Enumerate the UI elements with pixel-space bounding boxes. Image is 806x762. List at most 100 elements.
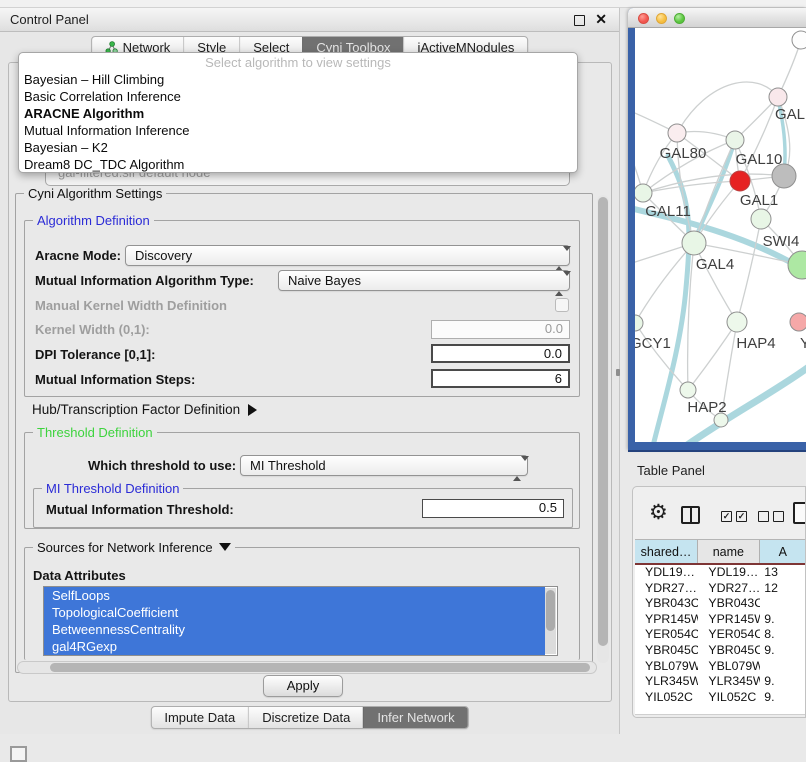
table-cell xyxy=(760,659,806,675)
bottom-tab-infer-network[interactable]: Infer Network xyxy=(363,707,467,728)
network-node[interactable] xyxy=(668,124,686,142)
network-node[interactable] xyxy=(751,209,771,229)
float-panel-icon[interactable] xyxy=(574,15,585,26)
table-row[interactable]: YIL052CYIL052C9. xyxy=(635,690,806,706)
attribute-item-selected[interactable]: BetweennessCentrality xyxy=(44,621,545,638)
aracne-mode-select[interactable]: Discovery xyxy=(125,245,570,266)
minimize-window-icon[interactable] xyxy=(656,13,667,24)
split-columns-icon[interactable] xyxy=(681,506,700,524)
attribute-item-selected[interactable]: gal4RGexp xyxy=(44,638,545,655)
network-node[interactable] xyxy=(635,184,652,202)
hub-definition-toggle[interactable]: Hub/Transcription Factor Definition xyxy=(32,402,257,417)
dpi-tolerance-label: DPI Tolerance [0,1]: xyxy=(35,347,155,362)
mi-steps-field[interactable]: 6 xyxy=(431,369,570,388)
network-node-label: SWI4 xyxy=(763,233,800,250)
bottom-tab-impute-data[interactable]: Impute Data xyxy=(151,707,248,728)
network-edge[interactable] xyxy=(677,82,778,133)
aracne-mode-value: Discovery xyxy=(135,248,192,263)
table-row[interactable]: YER054CYER054C8. xyxy=(635,627,806,643)
algorithm-option[interactable]: Mutual Information Inference xyxy=(19,122,577,139)
table-cell: YDR27… xyxy=(635,581,698,597)
collapsed-arrow-icon xyxy=(248,404,257,416)
table-cell: YPR145W xyxy=(698,612,760,628)
threshold-definition-group: Threshold Definition Which threshold to … xyxy=(24,432,580,529)
table-cell: 8. xyxy=(760,627,806,643)
settings-horizontal-scrollbar[interactable] xyxy=(17,661,597,674)
table-row[interactable]: YBR045CYBR045C9. xyxy=(635,643,806,659)
sources-group-title[interactable]: Sources for Network Inference xyxy=(33,540,235,555)
network-node-label: GAL xyxy=(775,106,805,123)
table-panel: ⚙ ✓ ✓ shared…nameA YDL19…YDL19…13YDR27…Y… xyxy=(632,486,806,718)
kernel-width-field[interactable]: 0.0 xyxy=(431,320,570,339)
apply-button[interactable]: Apply xyxy=(263,675,343,697)
network-edge[interactable] xyxy=(688,322,737,390)
network-node[interactable] xyxy=(790,313,806,331)
network-node[interactable] xyxy=(727,312,747,332)
table-partial-icon[interactable] xyxy=(793,502,806,524)
table-horizontal-scrollbar[interactable] xyxy=(635,714,806,718)
network-node[interactable] xyxy=(682,231,706,255)
table-row[interactable]: YDL19…YDL19…13 xyxy=(635,565,806,581)
gear-icon[interactable]: ⚙ xyxy=(649,503,668,523)
attribute-item-selected[interactable]: SelfLoops xyxy=(44,587,545,604)
table-cell: YBL079W xyxy=(698,659,760,675)
algorithm-option[interactable]: ARACNE Algorithm xyxy=(19,105,577,122)
network-node-label: HAP2 xyxy=(687,399,726,416)
network-node[interactable] xyxy=(635,315,643,331)
network-node-label: Y xyxy=(800,335,806,352)
network-edge[interactable] xyxy=(694,243,737,322)
algorithm-definition-title: Algorithm Definition xyxy=(33,213,154,228)
checked-pair-icon[interactable]: ✓ xyxy=(736,511,747,522)
table-row[interactable]: YLR345WYLR345W9. xyxy=(635,674,806,690)
list-scrollbar[interactable] xyxy=(545,588,556,654)
close-window-icon[interactable] xyxy=(638,13,649,24)
network-edge[interactable] xyxy=(737,219,761,322)
data-attributes-list[interactable]: SelfLoopsTopologicalCoefficientBetweenne… xyxy=(43,586,558,656)
table-column-header[interactable]: A xyxy=(760,540,806,563)
unchecked-pair-icon[interactable] xyxy=(773,511,784,522)
algorithm-option[interactable]: Bayesian – Hill Climbing xyxy=(19,71,577,88)
network-node[interactable] xyxy=(792,31,806,49)
table-row[interactable]: YPR145WYPR145W9. xyxy=(635,612,806,628)
tab-label: Infer Network xyxy=(377,710,454,725)
minimized-panel-icon[interactable] xyxy=(10,746,27,762)
table-column-header[interactable]: name xyxy=(698,540,760,563)
network-node[interactable] xyxy=(680,382,696,398)
data-attributes-label: Data Attributes xyxy=(33,568,126,583)
network-node[interactable] xyxy=(769,88,787,106)
which-threshold-select[interactable]: MI Threshold xyxy=(240,455,528,476)
algorithm-option[interactable]: Dream8 DC_TDC Algorithm xyxy=(19,156,577,173)
manual-kernel-checkbox[interactable] xyxy=(555,298,569,312)
algorithm-dropdown-popup: Select algorithm to view settings Bayesi… xyxy=(18,52,578,173)
table-row[interactable]: YBR043CYBR043C xyxy=(635,596,806,612)
table-column-header[interactable]: shared… xyxy=(635,540,698,563)
algorithm-option[interactable]: Basic Correlation Inference xyxy=(19,88,577,105)
network-graph[interactable]: GALGAL80GAL10GAL1GAL11SWI4GAL4GCY1HAP4YH… xyxy=(635,28,806,442)
unchecked-pair-icon[interactable] xyxy=(758,511,769,522)
expanded-arrow-icon xyxy=(219,543,231,551)
dpi-tolerance-field[interactable]: 0.0 xyxy=(431,344,570,363)
table-cell xyxy=(760,596,806,612)
mi-threshold-label: Mutual Information Threshold: xyxy=(46,502,234,517)
mi-type-select[interactable]: Naive Bayes xyxy=(278,270,570,291)
panel-splitter-handle[interactable] xyxy=(616,369,620,376)
network-node[interactable] xyxy=(730,171,750,191)
attribute-item-selected[interactable]: TopologicalCoefficient xyxy=(44,604,545,621)
table-row[interactable]: YBL079WYBL079W xyxy=(635,659,806,675)
bottom-tab-discretize-data[interactable]: Discretize Data xyxy=(248,707,363,728)
stepper-icon xyxy=(555,249,563,263)
network-node[interactable] xyxy=(726,131,744,149)
network-node-label: GCY1 xyxy=(635,335,671,352)
network-canvas[interactable]: GALGAL80GAL10GAL1GAL11SWI4GAL4GCY1HAP4YH… xyxy=(635,28,806,442)
algorithm-option[interactable]: Bayesian – K2 xyxy=(19,139,577,156)
network-window-titlebar[interactable] xyxy=(628,8,806,28)
checked-pair-icon[interactable]: ✓ xyxy=(721,511,732,522)
network-edge[interactable] xyxy=(740,97,778,181)
network-node[interactable] xyxy=(788,251,806,279)
settings-vertical-scrollbar[interactable] xyxy=(597,195,609,663)
zoom-window-icon[interactable] xyxy=(674,13,685,24)
mi-threshold-field[interactable]: 0.5 xyxy=(422,499,564,518)
close-icon[interactable]: ✕ xyxy=(595,11,607,28)
table-cell: 9. xyxy=(760,612,806,628)
table-row[interactable]: YDR27…YDR27…12 xyxy=(635,581,806,597)
